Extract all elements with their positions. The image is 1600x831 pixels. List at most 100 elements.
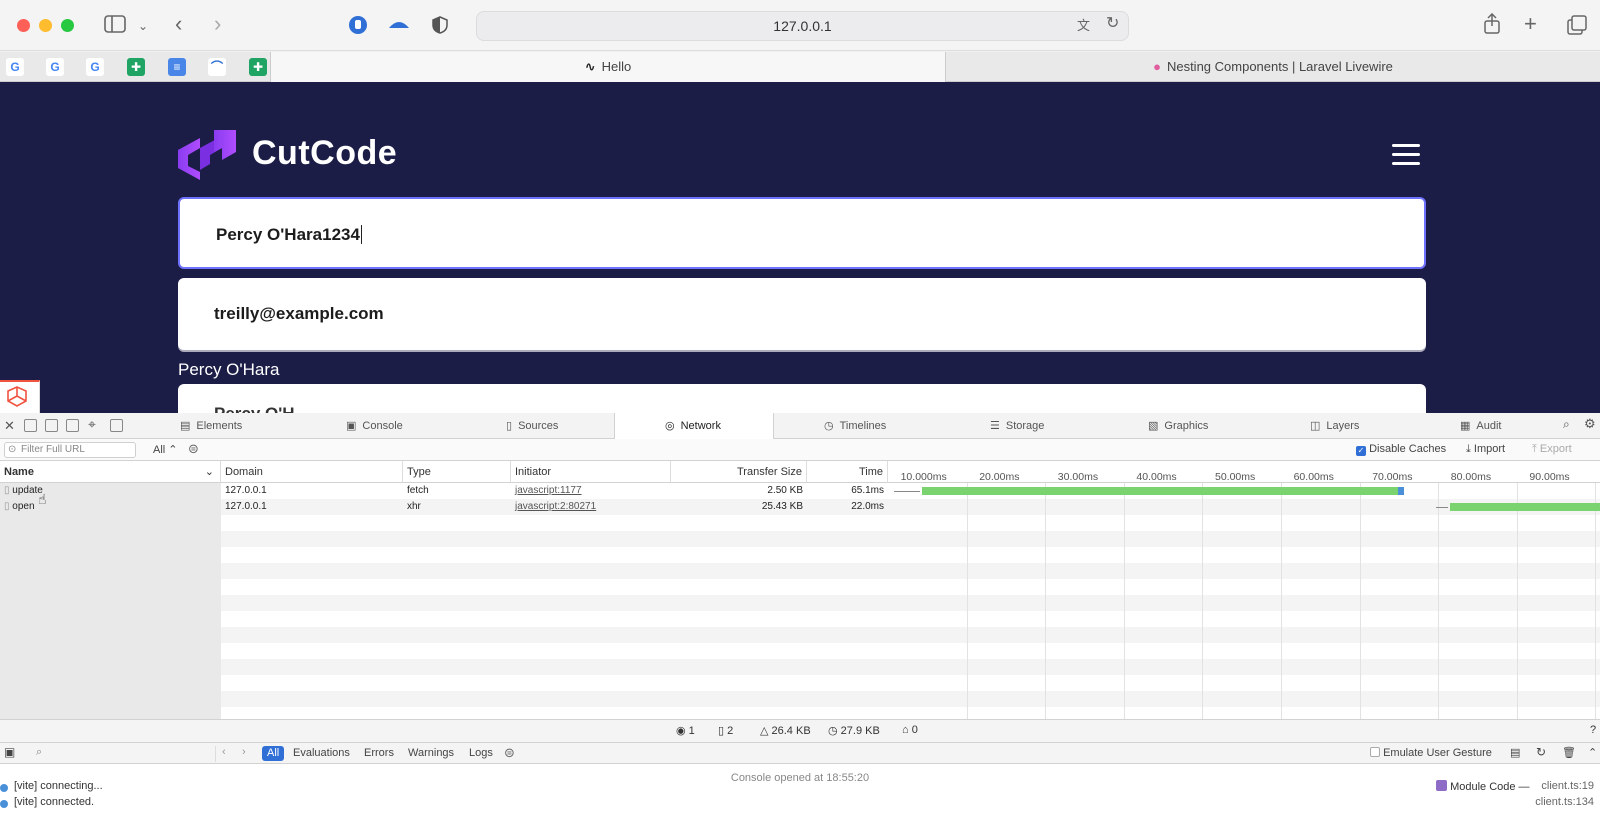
column-header-transfer-size[interactable]: Transfer Size [671, 461, 807, 483]
column-header-type[interactable]: Type [403, 461, 511, 483]
refresh-icon[interactable]: ↻ [1536, 745, 1546, 759]
email-input[interactable]: treilly@example.com [178, 278, 1426, 350]
crosshair-icon[interactable]: ⌖ [88, 416, 96, 433]
tab-network[interactable]: ◎ Network [614, 413, 774, 439]
column-header-time[interactable]: Time [807, 461, 888, 483]
console-search-input[interactable]: ⌕ [30, 746, 216, 762]
bookmark-docs-icon[interactable]: ≡ [168, 58, 186, 76]
next-icon[interactable]: › [242, 746, 246, 758]
console-filter-all[interactable]: All [262, 746, 285, 761]
transfer-size-cell: 2.50 KB [767, 485, 803, 496]
reload-icon[interactable]: ↻ [1106, 14, 1119, 34]
chevron-down-icon[interactable]: ⌄ [138, 16, 148, 36]
minimize-window-button[interactable] [39, 19, 52, 32]
vpn-extension-icon[interactable] [387, 16, 411, 38]
new-tab-icon[interactable]: + [1524, 13, 1537, 35]
tab-graphics[interactable]: ▧ Graphics [1148, 413, 1248, 439]
initiator-link[interactable]: javascript:1177 [511, 483, 671, 499]
tab-sources[interactable]: ▯ Sources [506, 413, 614, 439]
console-filter-warnings[interactable]: Warnings [408, 747, 454, 759]
bookmark-google-icon[interactable]: G [46, 58, 64, 76]
search-icon[interactable]: ⌕ [1563, 417, 1570, 432]
request-name-cell[interactable]: ▯ update [0, 483, 221, 499]
console-toggle-icon[interactable]: ▣ [4, 745, 15, 759]
waterfall-tick-label: 20.00ms [979, 471, 1020, 483]
waterfall-bar-update[interactable] [922, 487, 1402, 495]
close-devtools-icon[interactable]: ✕ [4, 418, 15, 434]
privacy-hand-icon[interactable] [347, 15, 369, 39]
filter-options-icon[interactable]: ⊜ [504, 745, 515, 761]
shield-icon[interactable] [431, 16, 449, 38]
waterfall-wait-line [894, 491, 920, 492]
name-column-background [0, 483, 221, 719]
dock-bottom-icon[interactable] [45, 419, 58, 432]
transfer-size-cell: 25.43 KB [761, 501, 803, 512]
device-icon[interactable] [110, 419, 123, 432]
bookmark-google-icon[interactable]: G [6, 58, 24, 76]
waterfall-gridline [1123, 483, 1125, 719]
zoom-window-button[interactable] [61, 19, 74, 32]
tab-label: Sources [518, 420, 559, 432]
previous-icon[interactable]: ‹ [222, 746, 226, 758]
import-button[interactable]: ⤓ Import [1466, 443, 1505, 456]
dock-left-icon[interactable] [24, 419, 37, 432]
tab-laravel-livewire[interactable]: ● Nesting Components | Laravel Livewire [946, 52, 1600, 82]
column-header-domain[interactable]: Domain [221, 461, 403, 483]
undock-icon[interactable] [66, 419, 79, 432]
initiator-link[interactable]: javascript:2:80271 [511, 499, 671, 515]
forward-icon[interactable]: › [214, 13, 221, 35]
request-name-cell[interactable]: ▯ open [0, 499, 221, 515]
column-header-initiator[interactable]: Initiator [511, 461, 671, 483]
disable-caches-checkbox[interactable]: ✓ Disable Caches [1356, 443, 1446, 456]
share-icon[interactable] [1483, 12, 1501, 39]
gear-icon[interactable]: ⚙ [1584, 416, 1596, 432]
network-summary-bar: ◉ 1 ▯ 2 △ 26.4 KB ◷ 27.9 KB ⌂ 0 ? [0, 719, 1600, 742]
filter-options-icon[interactable]: ⊜ [188, 441, 199, 457]
web-page: CutCode Percy O'Hara1234 treilly@example… [0, 82, 1600, 413]
filter-url-input[interactable]: ⊙ Filter Full URL [4, 442, 136, 458]
collapse-icon[interactable]: ⌃ [1588, 746, 1597, 759]
tab-overview-icon[interactable] [1567, 15, 1587, 39]
log-marker-icon [0, 784, 8, 792]
log-source-link[interactable]: client.ts:19 [1541, 780, 1594, 792]
export-button[interactable]: ⤒ Export [1532, 443, 1572, 456]
bookmark-app-icon[interactable]: ⌒ [208, 58, 226, 76]
name-input[interactable]: Percy O'Hara1234 [178, 197, 1426, 269]
brand-name: CutCode [252, 134, 398, 172]
hamburger-menu-icon[interactable] [1392, 144, 1420, 166]
type-filter-select[interactable]: All ⌃ [153, 443, 178, 456]
pin-icon[interactable]: ▤ [1510, 746, 1520, 759]
bookmark-sheets-icon[interactable]: ✚ [249, 58, 267, 76]
tab-hello[interactable]: ∿ Hello [270, 52, 946, 82]
type-cell: fetch [407, 485, 429, 496]
tab-console[interactable]: ▣ Console [346, 413, 502, 439]
table-row[interactable]: ▯ open 127.0.0.1 xhr javascript:2:80271 … [0, 499, 888, 515]
bookmark-google-icon[interactable]: G [86, 58, 104, 76]
column-header-waterfall[interactable]: 10.000ms 20.00ms 30.00ms 40.00ms 50.00ms 60.0… [888, 461, 1600, 483]
log-source-link[interactable]: client.ts:134 [1535, 796, 1594, 808]
trash-icon[interactable]: 🗑 [1562, 746, 1576, 759]
laravel-debug-badge[interactable] [0, 380, 40, 413]
third-input[interactable]: Percy O'H [178, 384, 1426, 413]
tab-elements[interactable]: ▤ Elements [180, 413, 336, 439]
tab-storage[interactable]: ☰ Storage [990, 413, 1090, 439]
tab-layers[interactable]: ◫ Layers [1310, 413, 1400, 439]
back-icon[interactable]: ‹ [175, 13, 182, 35]
translate-icon[interactable]: 文 [1077, 16, 1090, 36]
table-row[interactable]: ▯ update 127.0.0.1 fetch javascript:1177… [0, 483, 888, 499]
address-bar[interactable]: 127.0.0.1 [476, 11, 1129, 41]
close-window-button[interactable] [17, 19, 30, 32]
emulate-user-gesture-checkbox[interactable]: Emulate User Gesture [1370, 747, 1492, 759]
column-header-name[interactable]: Name ⌄ [0, 461, 221, 483]
requests-value: 1 [688, 725, 695, 737]
bookmark-sheets-icon[interactable]: ✚ [127, 58, 145, 76]
console-filter-evaluations[interactable]: Evaluations [293, 747, 350, 759]
console-filter-logs[interactable]: Logs [469, 747, 493, 759]
help-icon[interactable]: ? [1590, 724, 1596, 736]
console-filter-errors[interactable]: Errors [364, 747, 394, 759]
tab-label: Audit [1476, 420, 1502, 432]
tab-timelines[interactable]: ◷ Timelines [824, 413, 944, 439]
waterfall-bar-open[interactable] [1450, 503, 1600, 511]
tab-audit[interactable]: ▦ Audit [1460, 413, 1540, 439]
sidebar-icon[interactable] [104, 15, 126, 37]
